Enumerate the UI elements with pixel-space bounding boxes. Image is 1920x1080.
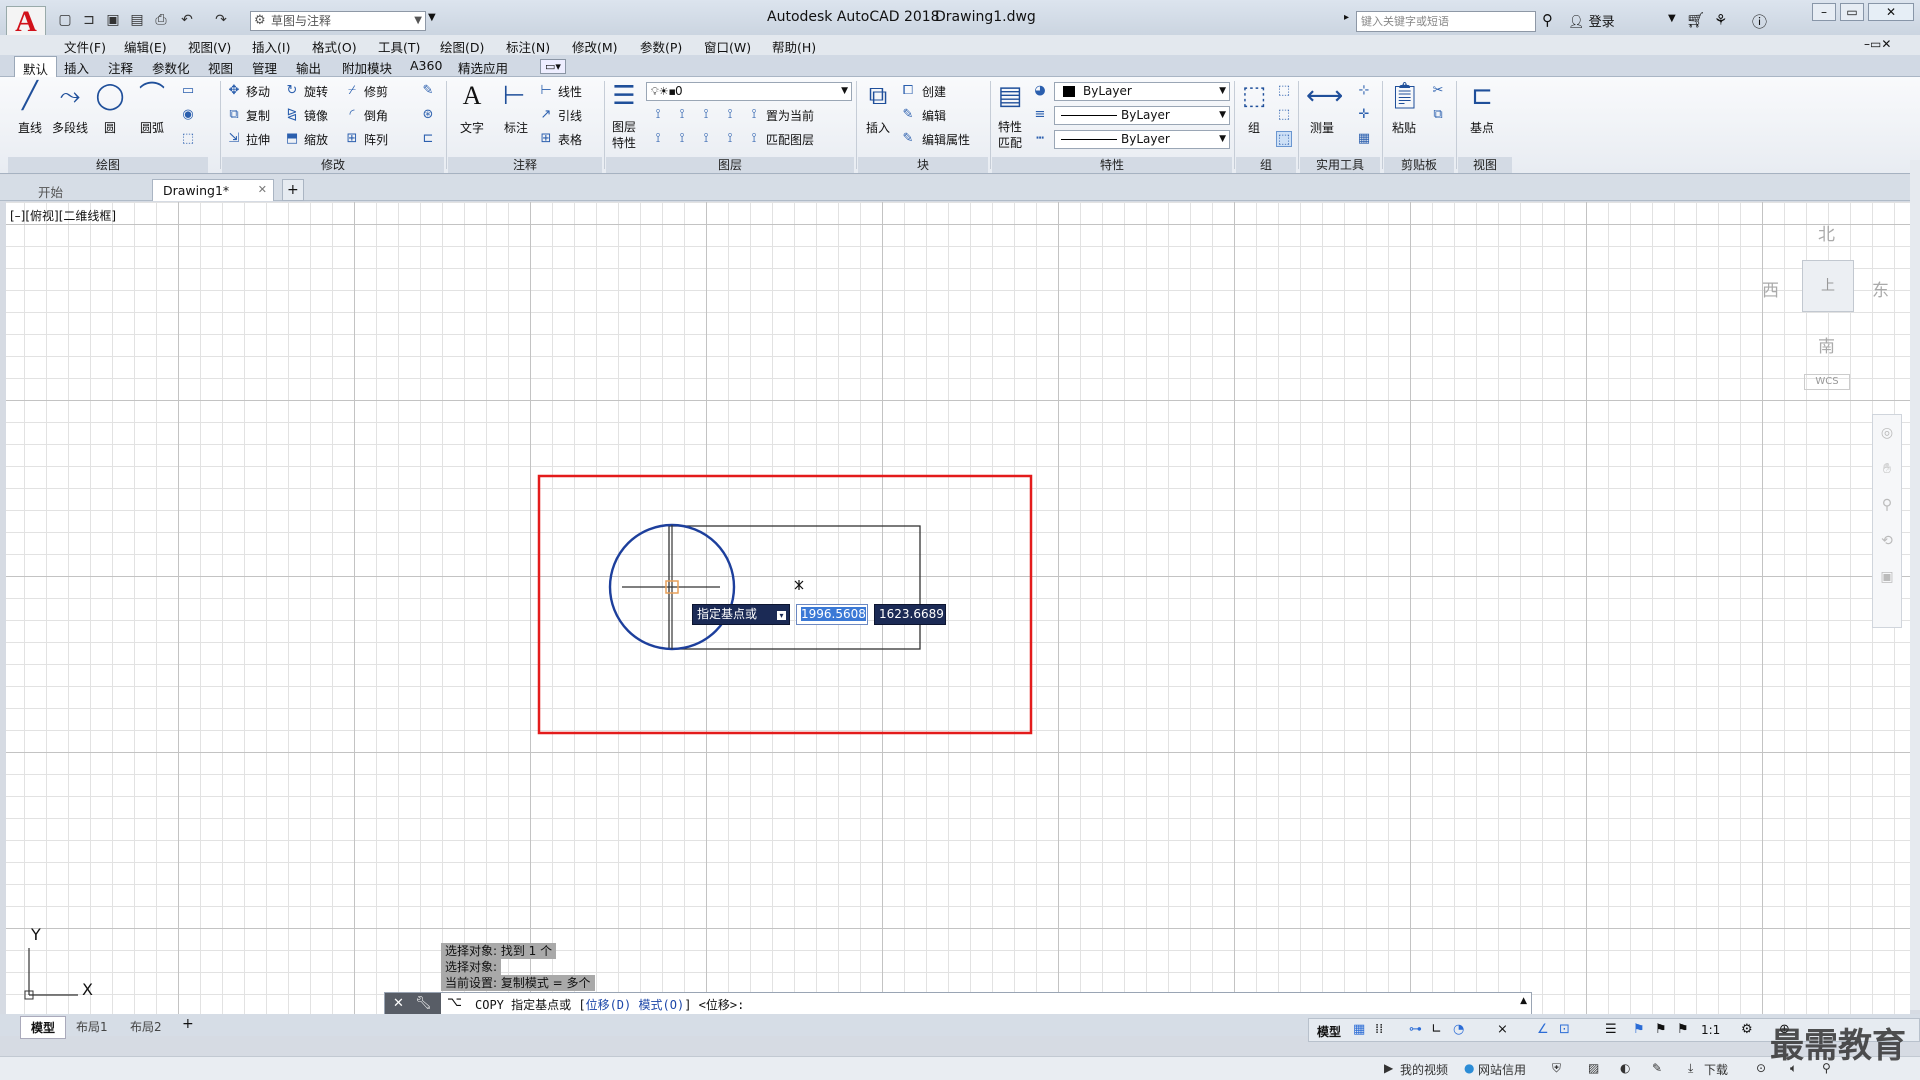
grid-icon[interactable]: ▦	[1353, 1022, 1365, 1037]
command-line-handle[interactable]: ✕ 🔧︎	[385, 993, 441, 1015]
chevron-up-icon[interactable]: ▲	[1520, 996, 1527, 1006]
pan-icon[interactable]: ✋︎	[1873, 451, 1901, 487]
dynamic-input-y[interactable]: 1623.6689	[874, 604, 946, 625]
wrench-icon[interactable]: 🔧︎	[415, 993, 432, 1015]
my-videos-link[interactable]: 我的视频	[1400, 1061, 1448, 1078]
ucs-x-label: X	[82, 980, 93, 999]
history-line: 选择对象:	[441, 959, 502, 975]
showmotion-icon[interactable]: ▣	[1873, 559, 1901, 595]
annotation-scale-value[interactable]: 1:1	[1701, 1023, 1720, 1037]
option-displacement[interactable]: 位移(D)	[586, 998, 632, 1012]
network-icon[interactable]: ⊙	[1756, 1061, 1766, 1075]
viewcube-south[interactable]: 南	[1818, 332, 1835, 357]
command-suffix: ] <位移>:	[684, 998, 745, 1012]
viewcube-east[interactable]: 东	[1872, 276, 1889, 301]
add-layout-button[interactable]: +	[182, 1016, 194, 1032]
dynamic-input-prompt: 指定基点或 ▾	[692, 604, 790, 625]
options-icon[interactable]: ▾	[777, 611, 786, 620]
site-credit-link[interactable]: 网站信用	[1478, 1061, 1526, 1078]
close-icon[interactable]: ✕	[393, 993, 404, 1015]
browser-icon[interactable]: ◐	[1620, 1061, 1630, 1075]
viewcube-north[interactable]: 北	[1818, 220, 1835, 245]
polar-icon[interactable]: ◔	[1453, 1022, 1464, 1037]
orbit-icon[interactable]: ⟲	[1873, 523, 1901, 559]
play-icon: ▶	[1384, 1061, 1394, 1075]
tool-icon[interactable]: ✎	[1652, 1061, 1662, 1075]
shield-icon[interactable]: ⛨	[1552, 1061, 1561, 1076]
snap-icon[interactable]: ⁞⁞	[1375, 1022, 1383, 1037]
lineweight-toggle-icon[interactable]: ☰	[1605, 1022, 1617, 1037]
annotation-scale-icon[interactable]: ⚑	[1677, 1022, 1689, 1037]
bottom-taskbar: ▶ 我的视频 ● 网站信用 ⛨ ▨ ◐ ✎ ⤓ 下载 ⊙ 🔈︎ ⚲	[0, 1056, 1920, 1080]
option-mode[interactable]: 模式(O)	[639, 998, 685, 1012]
annotation-autoscale-icon[interactable]: ⚑	[1655, 1022, 1667, 1037]
download-link[interactable]: 下载	[1704, 1061, 1728, 1078]
download-icon: ⤓	[1688, 1061, 1694, 1075]
command-spacer	[631, 998, 638, 1012]
tab-layout2[interactable]: 布局2	[130, 1018, 162, 1035]
viewcube-west[interactable]: 西	[1762, 276, 1779, 301]
settings-gear-icon[interactable]: ⚙	[1741, 1022, 1753, 1037]
command-prompt-icon: ⌥	[447, 995, 462, 1010]
zoom-icon[interactable]: ⚲	[1873, 487, 1901, 523]
history-line: 选择对象: 找到 1 个	[441, 943, 557, 959]
dynamic-prompt-text: 指定基点或	[697, 607, 758, 621]
infer-icon[interactable]: ⊶	[1409, 1022, 1422, 1037]
otrack-icon[interactable]: ∠	[1537, 1022, 1549, 1037]
command-history: 选择对象: 找到 1 个 选择对象: 当前设置: 复制模式 = 多个	[441, 943, 595, 991]
drawing-geometry	[24, 474, 1033, 1000]
viewcube-top-face[interactable]: 上	[1802, 260, 1854, 312]
x-value: 1996.5608	[801, 607, 866, 621]
navigation-bar[interactable]: ◎ ✋︎ ⚲ ⟲ ▣	[1872, 414, 1902, 628]
ucs-y-label: Y	[31, 925, 41, 944]
watermark-logo: 最需教育	[1770, 1026, 1906, 1066]
history-line: 当前设置: 复制模式 = 多个	[441, 975, 595, 991]
vertical-scrollbar[interactable]	[1910, 160, 1920, 1010]
dynamic-input-x[interactable]: 1996.5608	[796, 604, 868, 625]
image-icon[interactable]: ▨	[1588, 1061, 1599, 1075]
tab-layout1[interactable]: 布局1	[76, 1018, 108, 1035]
command-line[interactable]: ✕ 🔧︎ ⌥ COPY 指定基点或 [位移(D) 模式(O)] <位移>: ▲	[384, 992, 1532, 1016]
dyn-ucs-icon[interactable]: ⊡	[1559, 1022, 1570, 1037]
ortho-icon[interactable]: ∟	[1431, 1022, 1442, 1037]
tab-model[interactable]: 模型	[20, 1016, 67, 1039]
annotation-visibility-icon[interactable]: ⚑	[1633, 1022, 1645, 1037]
command-text[interactable]: COPY 指定基点或 [位移(D) 模式(O)] <位移>:	[475, 996, 744, 1013]
drop-icon: ●	[1464, 1061, 1475, 1075]
command-prefix: COPY 指定基点或 [	[475, 998, 586, 1012]
osnap-icon[interactable]: ⨯	[1497, 1022, 1508, 1037]
steering-wheel-icon[interactable]: ◎	[1873, 415, 1901, 451]
model-space-button[interactable]: 模型	[1317, 1023, 1341, 1040]
wcs-menu[interactable]: WCS	[1804, 374, 1850, 390]
